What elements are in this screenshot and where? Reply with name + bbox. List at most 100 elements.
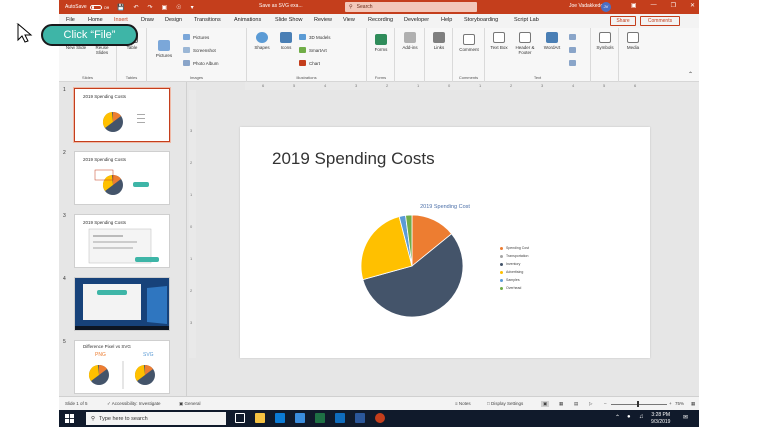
outlook-icon[interactable] <box>335 413 345 423</box>
autosave-switch-icon <box>89 4 102 10</box>
pie-chart[interactable] <box>240 127 650 358</box>
tab-help[interactable]: Help <box>441 17 452 23</box>
slideshow-view-icon[interactable]: ▷ <box>589 401 592 407</box>
notifications-icon[interactable]: ✉ <box>683 414 688 421</box>
smartart-label: SmartArt <box>309 47 327 53</box>
date-time-icon[interactable] <box>569 34 576 40</box>
undo-icon[interactable]: ↶ <box>133 4 138 11</box>
normal-view-icon[interactable]: ▣ <box>541 401 550 407</box>
tab-file[interactable]: File <box>66 17 75 23</box>
tab-script-lab[interactable]: Script Lab <box>514 17 539 23</box>
tab-home[interactable]: Home <box>88 17 103 23</box>
slide-thumbnail-1[interactable]: 2019 Spending Costs <box>74 88 170 142</box>
symbols-button[interactable]: Symbols <box>594 32 616 50</box>
slide-number-icon[interactable] <box>569 47 576 53</box>
slide-thumbnail-3[interactable]: 2019 Spending Costs <box>74 214 170 268</box>
tab-transitions[interactable]: Transitions <box>194 17 221 23</box>
tab-design[interactable]: Design <box>165 17 182 23</box>
group-forms: Forms Forms <box>367 28 395 82</box>
zoom-out-icon[interactable]: – <box>604 401 607 406</box>
redo-icon[interactable]: ↷ <box>147 4 152 11</box>
search-input[interactable]: ⚲ Search <box>345 2 477 12</box>
icons-button[interactable]: Icons <box>277 32 295 50</box>
close-icon[interactable]: ✕ <box>690 2 695 9</box>
file-explorer-icon[interactable] <box>255 413 265 423</box>
customize-qat-icon[interactable]: ▾ <box>191 4 194 11</box>
taskbar-clock[interactable]: 3:28 PM 9/3/2019 <box>651 412 670 425</box>
save-icon[interactable]: 💾 <box>117 4 124 11</box>
3d-models-button[interactable]: 3D Models <box>299 34 331 40</box>
word-icon[interactable] <box>355 413 365 423</box>
display-settings-button[interactable]: □ Display Settings <box>487 401 523 406</box>
screenshot-button[interactable]: Screenshot <box>183 47 216 53</box>
ruler-tick: 4 <box>572 83 575 88</box>
comments-button[interactable]: Comments <box>640 16 680 26</box>
zoom-slider[interactable] <box>611 404 667 405</box>
accessibility-status[interactable]: ✓ Accessibility: Investigate <box>107 401 161 407</box>
smartart-button[interactable]: SmartArt <box>299 47 327 53</box>
powerpoint-icon[interactable] <box>375 413 385 423</box>
task-view-icon[interactable] <box>235 413 245 423</box>
zoom-slider-thumb[interactable] <box>637 401 639 407</box>
mouse-cursor-icon <box>16 22 33 43</box>
thumbnail-number: 4 <box>63 276 66 282</box>
zoom-in-icon[interactable]: + <box>669 401 672 406</box>
chart-button[interactable]: Chart <box>299 60 320 66</box>
slide-thumbnail-2[interactable]: 2019 Spending Costs <box>74 151 170 205</box>
fit-slide-icon[interactable]: ▦ <box>691 401 695 407</box>
sensitivity-status[interactable]: ▣ General <box>179 401 201 407</box>
store-icon[interactable] <box>295 413 305 423</box>
pictures-button[interactable]: Pictures <box>153 40 175 58</box>
comment-button[interactable]: Comment <box>456 34 482 52</box>
tab-developer[interactable]: Developer <box>404 17 429 23</box>
object-icon[interactable] <box>569 60 576 66</box>
forms-button[interactable]: Forms <box>372 34 390 52</box>
slide-counter: Slide 1 of 5 <box>65 401 88 406</box>
slide-thumbnail-4[interactable] <box>74 277 170 331</box>
touch-mode-icon[interactable]: ☉ <box>176 4 181 11</box>
present-icon[interactable]: ▣ <box>162 4 168 11</box>
windows-start-icon[interactable] <box>65 414 74 423</box>
media-button[interactable]: Media <box>622 32 644 50</box>
slide-sorter-icon[interactable]: ▦ <box>559 401 563 407</box>
tab-view[interactable]: View <box>343 17 355 23</box>
shapes-button[interactable]: Shapes <box>251 32 273 50</box>
addins-button[interactable]: Add-ins <box>400 32 420 50</box>
tray-chevron-icon[interactable]: ⌃ <box>615 414 620 421</box>
ribbon-display-icon[interactable]: ▣ <box>631 2 637 9</box>
volume-icon[interactable]: ♫ <box>639 414 644 420</box>
online-pictures-button[interactable]: Pictures <box>183 34 209 40</box>
current-slide[interactable]: 2019 Spending Costs 2019 Spending Cost S… <box>240 127 650 358</box>
links-button[interactable]: Links <box>430 32 448 50</box>
collapse-ribbon-icon[interactable]: ⌃ <box>688 71 693 78</box>
wordart-button[interactable]: WordArt <box>541 32 563 50</box>
ruler-tick: 1 <box>417 83 420 88</box>
autosave-label: AutoSave <box>65 4 87 10</box>
notes-button[interactable]: ≡ Notes <box>455 401 471 406</box>
tab-slide-show[interactable]: Slide Show <box>275 17 303 23</box>
restore-icon[interactable]: ❐ <box>671 2 676 9</box>
edge-icon[interactable] <box>275 413 285 423</box>
avatar[interactable]: JV <box>601 2 611 12</box>
tab-review[interactable]: Review <box>314 17 332 23</box>
excel-icon[interactable] <box>315 413 325 423</box>
tab-draw[interactable]: Draw <box>141 17 154 23</box>
share-button[interactable]: Share <box>610 16 636 26</box>
symbols-label: Symbols <box>596 45 614 50</box>
tab-storyboarding[interactable]: Storyboarding <box>464 17 498 23</box>
text-box-button[interactable]: Text Box <box>489 32 509 50</box>
tab-insert[interactable]: Insert <box>114 17 128 23</box>
photo-album-button[interactable]: Photo Album <box>183 60 219 66</box>
tab-recording[interactable]: Recording <box>368 17 393 23</box>
autosave-toggle[interactable]: AutoSave Off <box>65 4 109 10</box>
minimize-icon[interactable]: — <box>651 2 657 9</box>
reading-view-icon[interactable]: ▤ <box>574 401 578 407</box>
tab-animations[interactable]: Animations <box>234 17 261 23</box>
taskbar-search-input[interactable]: ⚲ Type here to search <box>86 412 226 425</box>
header-footer-button[interactable]: Header & Footer <box>511 32 539 55</box>
network-icon[interactable]: ● <box>627 414 631 420</box>
document-title: Save as SVG exa... <box>259 3 303 9</box>
zoom-level[interactable]: 75% <box>675 401 684 406</box>
screenshot-icon <box>183 47 190 53</box>
slide-thumbnail-5[interactable]: Difference Pixel vs SVG PNG SVG <box>74 340 170 394</box>
